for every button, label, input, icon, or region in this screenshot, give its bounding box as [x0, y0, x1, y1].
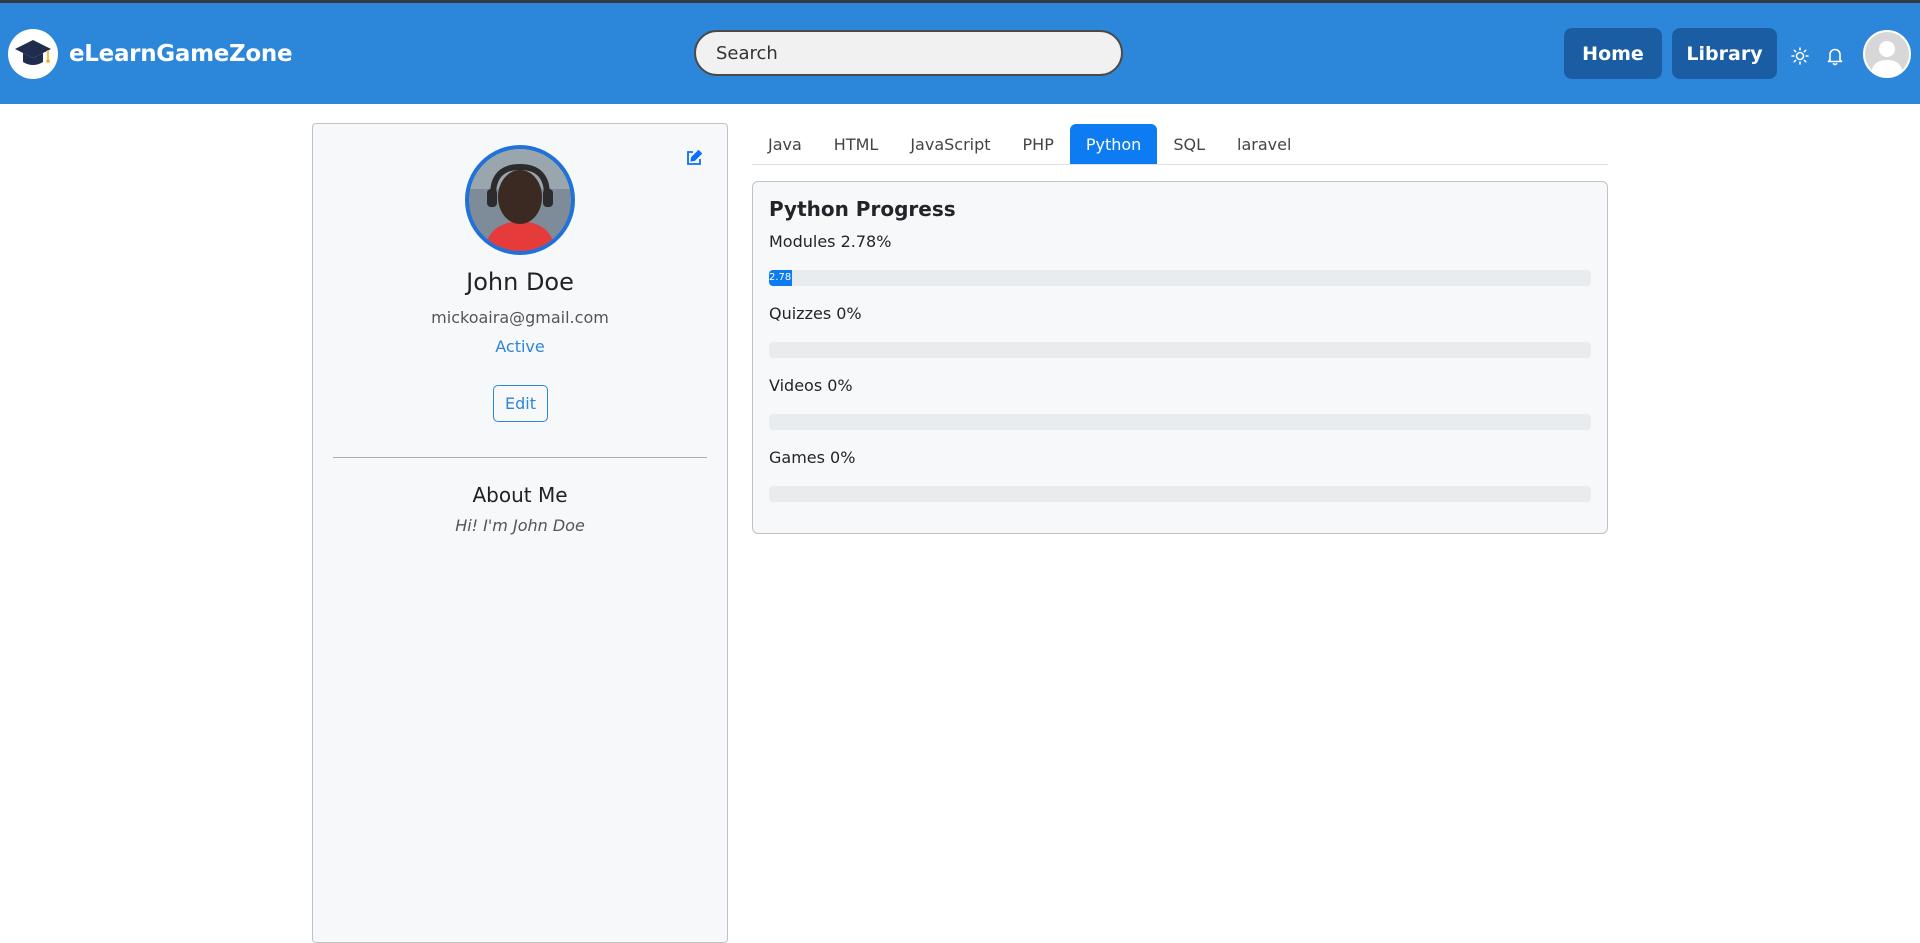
progress-title: Python Progress [769, 197, 956, 221]
tab-java[interactable]: Java [752, 124, 818, 164]
about-me-heading: About Me [472, 483, 568, 507]
graduation-cap-logo-icon [8, 29, 58, 79]
home-button[interactable]: Home [1564, 28, 1662, 79]
edit-button[interactable]: Edit [493, 385, 548, 422]
status-badge: Active [495, 337, 545, 356]
profile-name: John Doe [466, 268, 574, 296]
edit-profile-icon[interactable] [685, 149, 703, 171]
videos-label: Videos 0% [769, 376, 853, 395]
videos-progress-bar [769, 414, 1591, 430]
modules-progress-bar: 2.78 [769, 270, 1591, 286]
brand[interactable]: eLearnGameZone [8, 29, 293, 79]
tab-html[interactable]: HTML [818, 124, 895, 164]
tab-sql[interactable]: SQL [1157, 124, 1221, 164]
about-me-text: Hi! I'm John Doe [455, 516, 585, 535]
profile-email: mickoaira@gmail.com [431, 308, 609, 327]
quizzes-progress-bar [769, 342, 1591, 358]
brand-name: eLearnGameZone [69, 41, 293, 67]
games-progress-bar [769, 486, 1591, 502]
profile-card: John Doe mickoaira@gmail.com Active Edit… [312, 123, 728, 943]
library-button[interactable]: Library [1672, 28, 1777, 79]
default-user-icon [1871, 41, 1903, 76]
divider [333, 457, 707, 458]
profile-photo [465, 145, 575, 255]
tab-python[interactable]: Python [1069, 124, 1158, 164]
modules-progress-fill: 2.78 [769, 270, 792, 286]
theme-toggle-sun-icon[interactable] [1791, 47, 1809, 69]
progress-card: Python Progress Modules 2.78% 2.78 Quizz… [752, 181, 1608, 534]
search-input[interactable] [694, 30, 1123, 76]
games-label: Games 0% [769, 448, 856, 467]
course-tabs: Java HTML JavaScript PHP Python SQL lara… [752, 124, 1608, 165]
quizzes-label: Quizzes 0% [769, 304, 862, 323]
top-navbar: eLearnGameZone Home Library [0, 3, 1920, 104]
user-avatar[interactable] [1863, 30, 1911, 78]
tab-php[interactable]: PHP [1007, 124, 1070, 164]
modules-label: Modules 2.78% [769, 232, 892, 251]
notification-bell-icon[interactable] [1826, 46, 1844, 70]
tab-javascript[interactable]: JavaScript [894, 124, 1006, 164]
tab-laravel[interactable]: laravel [1221, 124, 1307, 164]
